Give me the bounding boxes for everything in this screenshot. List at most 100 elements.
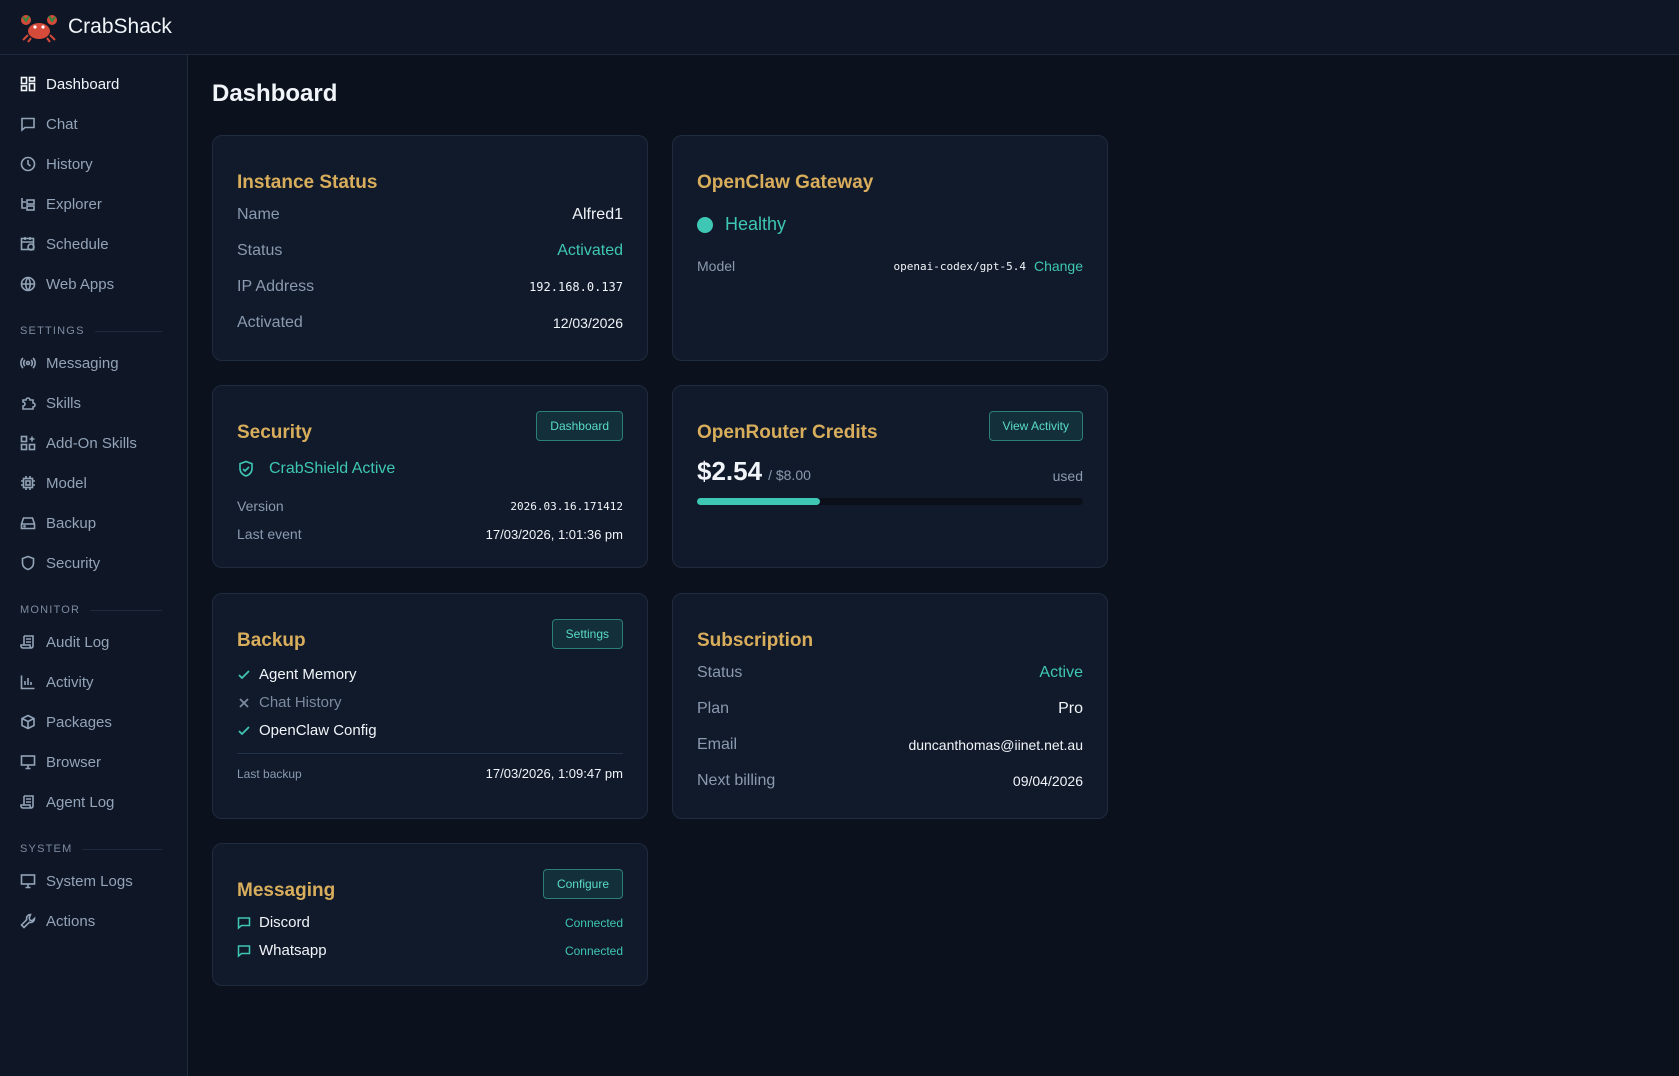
card-title: Backup: [237, 630, 306, 651]
sidebar-item-model[interactable]: Model: [20, 468, 170, 498]
card-title: Security: [237, 422, 312, 443]
sidebar-item-label: Explorer: [46, 195, 102, 213]
security-card: Security Dashboard CrabShield Active Ver…: [212, 385, 648, 568]
change-model-link[interactable]: Change: [1034, 258, 1083, 274]
card-title: OpenClaw Gateway: [697, 172, 874, 193]
used-label: used: [1052, 468, 1083, 484]
broadcast-icon: [20, 355, 36, 371]
globe-icon: [20, 276, 36, 292]
sidebar-item-packages[interactable]: Packages: [20, 707, 170, 737]
app-title: CrabShack: [68, 15, 172, 38]
subscription-email-row: Email duncanthomas@iinet.net.au: [697, 736, 1083, 753]
sidebar: Dashboard Chat History Explorer Schedule…: [0, 55, 188, 1076]
sidebar-item-label: History: [46, 155, 93, 173]
gateway-health: Healthy: [697, 214, 786, 235]
card-title: Instance Status: [237, 172, 378, 193]
sidebar-item-audit-log[interactable]: Audit Log: [20, 627, 170, 657]
package-icon: [20, 714, 36, 730]
sidebar-item-messaging[interactable]: Messaging: [20, 348, 170, 378]
sidebar-item-label: Schedule: [46, 235, 109, 253]
sidebar-item-schedule[interactable]: Schedule: [20, 229, 170, 259]
monitor-icon: [20, 754, 36, 770]
clock-icon: [20, 156, 36, 172]
sidebar-item-web-apps[interactable]: Web Apps: [20, 269, 170, 299]
backup-card: Backup Settings Agent Memory Chat Histor…: [212, 593, 648, 819]
backup-settings-button[interactable]: Settings: [551, 619, 623, 649]
sidebar-item-security[interactable]: Security: [20, 548, 170, 578]
sidebar-item-label: Web Apps: [46, 275, 115, 293]
subscription-plan-row: Plan Pro: [697, 700, 1083, 717]
sidebar-item-label: Browser: [46, 753, 102, 771]
sidebar-item-activity[interactable]: Activity: [20, 667, 170, 697]
scroll-icon: [20, 794, 36, 810]
sidebar-item-label: Packages: [46, 713, 112, 731]
sidebar-item-backup[interactable]: Backup: [20, 508, 170, 538]
sidebar-item-label: Audit Log: [46, 633, 110, 651]
sidebar-item-add-on-skills[interactable]: Add-On Skills: [20, 428, 170, 458]
sidebar-item-explorer[interactable]: Explorer: [20, 189, 170, 219]
divider: [237, 753, 623, 754]
messaging-channel-whatsapp: Whatsapp Connected: [237, 942, 623, 959]
credits-progress-track: [697, 498, 1083, 505]
security-dashboard-button[interactable]: Dashboard: [536, 411, 623, 441]
ip-address: 192.168.0.137: [529, 280, 623, 294]
sidebar-item-label: Activity: [46, 673, 94, 691]
crab-logo-icon[interactable]: [18, 10, 60, 44]
instance-activated-row: Activated 12/03/2026: [237, 314, 623, 331]
sidebar-item-label: Dashboard: [46, 75, 120, 93]
next-billing-date: 09/04/2026: [1012, 773, 1083, 789]
instance-status-row: Status Activated: [237, 242, 623, 259]
page-title: Dashboard: [212, 80, 338, 107]
subscription-card: Subscription Status Active Plan Pro Emai…: [672, 593, 1108, 819]
security-version: 2026.03.16.171412: [510, 499, 623, 513]
sidebar-item-history[interactable]: History: [20, 149, 170, 179]
wrench-icon: [20, 913, 36, 929]
subscription-next-billing-row: Next billing 09/04/2026: [697, 772, 1083, 789]
sidebar-item-skills[interactable]: Skills: [20, 388, 170, 418]
shield-icon: [20, 555, 36, 571]
sidebar-item-chat[interactable]: Chat: [20, 109, 170, 139]
grid-plus-icon: [20, 435, 36, 451]
last-backup-row: Last backup 17/03/2026, 1:09:47 pm: [237, 766, 623, 781]
credits-progress-fill: [697, 498, 820, 505]
sidebar-item-label: Security: [46, 554, 101, 572]
chat-icon: [20, 116, 36, 132]
hard-drive-icon: [20, 515, 36, 531]
configure-messaging-button[interactable]: Configure: [542, 869, 623, 899]
health-status: Healthy: [725, 214, 787, 234]
health-dot-icon: [697, 216, 713, 233]
subscription-status-badge: Active: [1039, 664, 1083, 681]
status-badge: Connected: [564, 915, 623, 930]
card-title: Subscription: [697, 630, 814, 651]
folder-tree-icon: [20, 196, 36, 212]
view-activity-button[interactable]: View Activity: [988, 411, 1083, 441]
system-section-label: SYSTEM: [20, 843, 162, 855]
calendar-clock-icon: [20, 236, 36, 252]
sidebar-item-system-logs[interactable]: System Logs: [20, 866, 170, 896]
sidebar-item-agent-log[interactable]: Agent Log: [20, 787, 170, 817]
sidebar-item-label: Skills: [46, 394, 82, 412]
status-badge: Activated: [557, 242, 623, 259]
bar-chart-icon: [20, 674, 36, 690]
dashboard-icon: [20, 76, 36, 92]
instance-name-row: Name Alfred1: [237, 206, 623, 223]
sidebar-item-actions[interactable]: Actions: [20, 906, 170, 936]
sidebar-item-label: Chat: [46, 115, 78, 133]
check-icon: [237, 668, 251, 682]
credits-card: OpenRouter Credits View Activity $2.54 /…: [672, 385, 1108, 568]
last-backup-time: 17/03/2026, 1:09:47 pm: [485, 766, 623, 781]
shield-check-icon: [237, 460, 255, 478]
cpu-icon: [20, 475, 36, 491]
credits-total: / $8.00: [768, 467, 811, 483]
sidebar-item-browser[interactable]: Browser: [20, 747, 170, 777]
backup-item-openclaw-config: OpenClaw Config: [237, 722, 377, 739]
status-badge: Connected: [564, 943, 623, 958]
sidebar-item-dashboard[interactable]: Dashboard: [20, 69, 170, 99]
sidebar-item-label: Actions: [46, 912, 96, 930]
chat-icon: [237, 916, 251, 930]
messaging-channel-discord: Discord Connected: [237, 914, 623, 931]
scroll-icon: [20, 634, 36, 650]
sidebar-item-label: Add-On Skills: [46, 434, 137, 452]
sidebar-item-label: System Logs: [46, 872, 133, 890]
monitor-section-label: MONITOR: [20, 604, 162, 616]
